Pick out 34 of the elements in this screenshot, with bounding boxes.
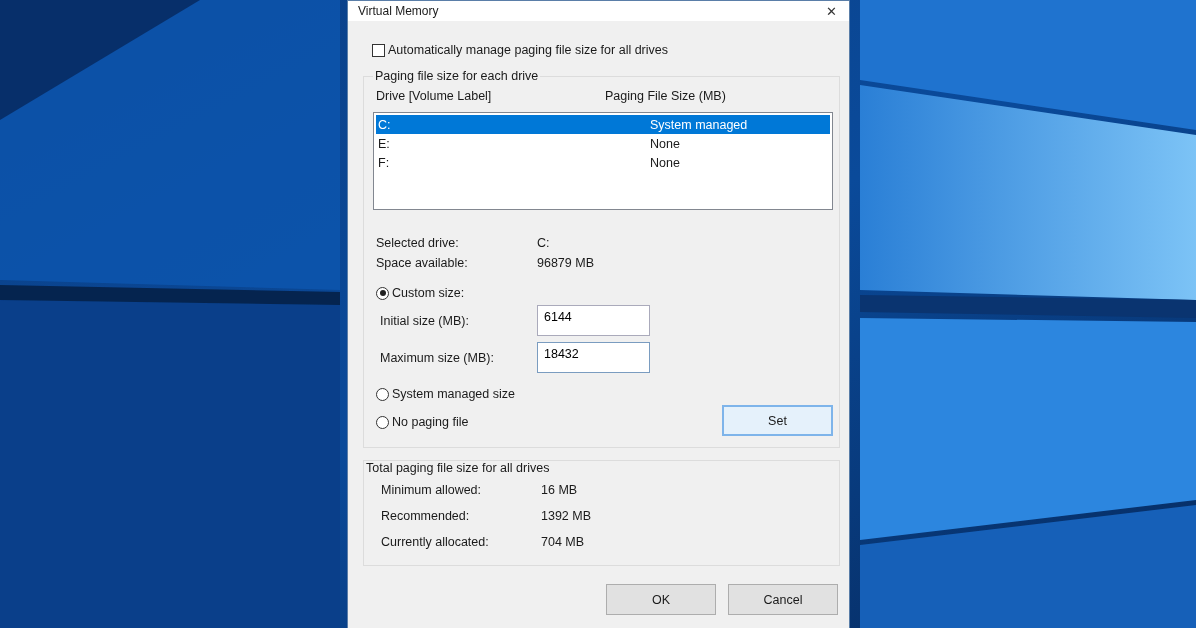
input-field[interactable]: 6144 (537, 305, 650, 336)
radio-button[interactable] (376, 415, 389, 429)
info-label: Selected drive: (376, 236, 460, 250)
total-value: 16 MB (541, 483, 579, 497)
group-title: Paging file size for each drive (373, 69, 541, 83)
info-label: Space available: (376, 256, 469, 270)
column-header[interactable]: Paging File Size (MB) (605, 89, 726, 105)
field-label: Maximum size (MB): (379, 350, 495, 365)
radio-button[interactable] (376, 286, 389, 300)
total-label: Currently allocated: (381, 535, 490, 549)
checkbox-label: Automatically manage paging file size for all drives (388, 43, 668, 57)
input-field[interactable]: 18432 (537, 342, 650, 373)
window-title: Virtual Memory (358, 4, 439, 18)
total-value: 1392 MB (541, 509, 593, 523)
radio-label: System managed size (392, 387, 515, 401)
drive-row[interactable]: E: None (376, 134, 830, 153)
info-value: C: (537, 236, 551, 250)
ok-button[interactable]: OK (606, 584, 716, 615)
cancel-button[interactable]: Cancel (728, 584, 838, 615)
total-label: Recommended: (381, 509, 471, 523)
drive-row[interactable]: F: None (376, 153, 830, 172)
total-value: 704 MB (541, 535, 586, 549)
set-button[interactable]: Set (722, 405, 833, 436)
field-label: Initial size (MB): (379, 313, 470, 328)
drive-row[interactable]: C: System managed (376, 115, 830, 134)
info-value: 96879 MB (537, 256, 595, 270)
radio-label: Custom size: (392, 286, 465, 300)
group-title: Total paging file size for all drives (365, 461, 551, 475)
close-button[interactable]: ✕ (822, 3, 841, 19)
checkbox[interactable] (372, 43, 385, 57)
radio-label: No paging file (392, 415, 469, 429)
radio-button[interactable] (376, 387, 389, 401)
total-label: Minimum allowed: (381, 483, 483, 497)
column-header[interactable]: Drive [Volume Label] (376, 89, 605, 105)
